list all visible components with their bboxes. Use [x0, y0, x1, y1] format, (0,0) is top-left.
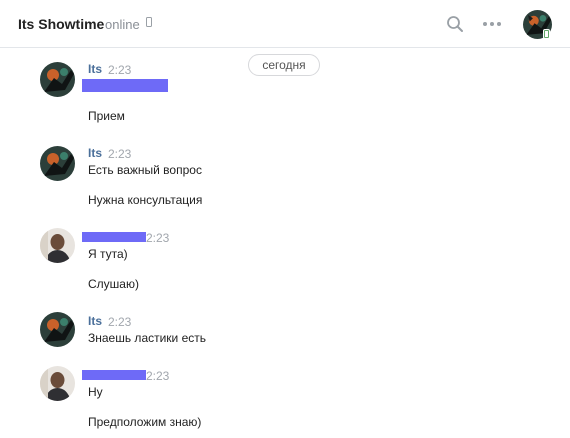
- message-time[interactable]: 2:23: [108, 63, 131, 77]
- message-author[interactable]: Its: [88, 314, 102, 328]
- message-text: Я тута): [88, 247, 128, 261]
- message-text: Предположим знаю): [88, 415, 202, 429]
- redacted-block: [82, 370, 146, 380]
- message-author[interactable]: Its: [88, 62, 102, 76]
- search-icon[interactable]: [446, 15, 464, 33]
- sender-avatar[interactable]: [40, 312, 75, 347]
- sender-avatar[interactable]: [40, 366, 75, 401]
- redacted-block: [82, 232, 146, 242]
- message-author[interactable]: Its: [88, 146, 102, 160]
- date-separator: сегодня: [248, 54, 320, 76]
- message-time[interactable]: 2:23: [146, 231, 169, 245]
- message-text: Прием: [88, 109, 125, 123]
- message-time[interactable]: 2:23: [108, 147, 131, 161]
- message-text: Нужна консультация: [88, 193, 203, 207]
- message-text: Знаешь ластики есть: [88, 331, 207, 345]
- online-status: online: [105, 17, 140, 32]
- sender-avatar[interactable]: [40, 228, 75, 263]
- message-text: Ну: [88, 385, 103, 399]
- chat-header: Its Showtime online: [0, 0, 570, 48]
- message-time[interactable]: 2:23: [108, 315, 131, 329]
- message-text: Слушаю): [88, 277, 139, 291]
- message-time[interactable]: 2:23: [146, 369, 169, 383]
- message-text: Есть важный вопрос: [88, 163, 202, 177]
- chat-title[interactable]: Its Showtime: [18, 16, 104, 32]
- mobile-icon: [543, 29, 550, 39]
- sender-avatar[interactable]: [40, 146, 75, 181]
- sender-avatar[interactable]: [40, 62, 75, 97]
- more-icon[interactable]: [482, 15, 502, 33]
- redacted-block: [82, 79, 168, 92]
- phone-icon: [146, 17, 152, 27]
